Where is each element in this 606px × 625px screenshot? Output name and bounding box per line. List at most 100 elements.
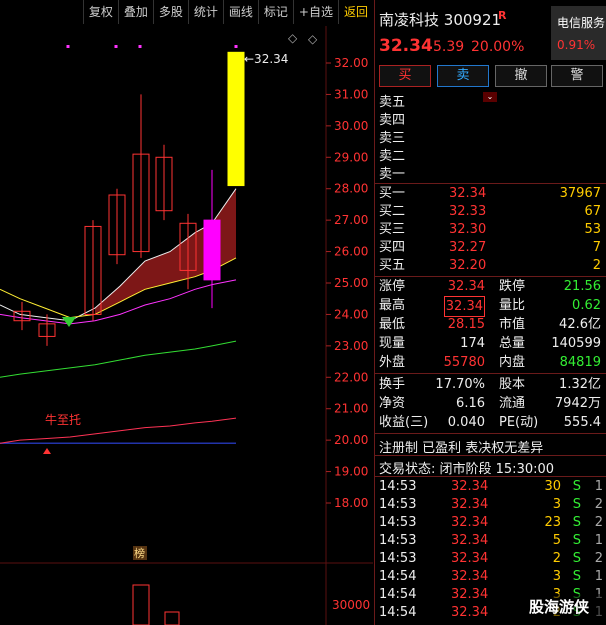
ask-2-label: 卖二 xyxy=(379,149,406,164)
bid-row: 买三 32.30 53 xyxy=(375,221,606,239)
bid-label: 买三 xyxy=(379,222,406,237)
volume-axis-label: 30000 xyxy=(332,598,370,612)
candle-body xyxy=(203,219,221,281)
bid-price: 32.34 xyxy=(449,186,487,201)
alert-button[interactable]: 警 xyxy=(551,65,603,87)
bid-volume: 53 xyxy=(584,222,601,237)
price-change: 5.39 xyxy=(433,39,465,55)
tick-row: 14:53 32.34 3 S 2 xyxy=(379,497,603,512)
divider xyxy=(375,373,606,374)
tick-row: 14:53 32.34 5 S 1 xyxy=(379,533,603,548)
stat-turnover: 换手 17.70% xyxy=(379,377,485,392)
toolbar-draw-line-button[interactable]: 画线 xyxy=(222,0,258,24)
price-axis-label: 23.00 xyxy=(334,339,368,353)
kline-chart-panel[interactable]: 32.00 31.00 30.00 29.00 28.00 27.00 26.00 25.00… xyxy=(0,0,373,625)
cancel-order-button[interactable]: 撤 xyxy=(495,65,547,87)
quote-panel: 南凌科技 300921 R 电信服务 0.91% 32.34 5.39 20.0… xyxy=(374,0,606,625)
bid-row: 买四 32.27 7 xyxy=(375,239,606,257)
bid-price: 32.20 xyxy=(449,258,487,273)
divider xyxy=(375,455,606,456)
bid-price: 32.30 xyxy=(449,222,487,237)
collapse-icon: ◇ xyxy=(308,32,318,46)
stat-total-volume: 总量 140599 xyxy=(499,336,601,351)
bid-price: 32.33 xyxy=(449,204,487,219)
ask-3-label: 卖三 xyxy=(379,131,406,146)
bid-label: 买四 xyxy=(379,240,406,255)
price-axis-label: 30.00 xyxy=(334,119,368,133)
ma30-line xyxy=(0,340,237,378)
kline-chart[interactable]: 32.00 31.00 30.00 29.00 28.00 27.00 26.00 25.00… xyxy=(0,0,373,625)
toolbar-fuquan-button[interactable]: 复权 xyxy=(82,0,118,24)
toolbar-add-watchlist-button[interactable]: +自选 xyxy=(292,0,338,24)
buy-signal-icon xyxy=(43,448,51,454)
bid-label: 买二 xyxy=(379,204,406,219)
signal-dot xyxy=(234,45,238,48)
toolbar-back-button[interactable]: 返回 xyxy=(337,0,373,24)
bid-price: 32.27 xyxy=(449,240,487,255)
stat-float: 流通 7942万 xyxy=(499,396,601,411)
ask-5-label: 卖五 xyxy=(379,95,406,110)
bid-volume: 67 xyxy=(584,204,601,219)
candle-body xyxy=(227,51,245,187)
chart-toolbar: 复权 叠加 多股 统计 画线 标记 +自选 返回 xyxy=(0,0,373,26)
diamond-icon: ◇ xyxy=(288,31,298,45)
stock-name: 南凌科技 300921 xyxy=(379,11,502,29)
sell-button[interactable]: 卖 xyxy=(437,65,489,87)
signal-dot xyxy=(114,45,118,48)
price-axis-label: 27.00 xyxy=(334,213,368,227)
ask-4-label: 卖四 xyxy=(379,113,406,128)
price-change-pct: 20.00% xyxy=(471,39,525,55)
divider xyxy=(375,183,606,184)
high-price-label: ←32.34 xyxy=(244,52,288,66)
price-axis-label: 22.00 xyxy=(334,370,368,384)
stat-limit-up: 涨停 32.34 xyxy=(379,279,485,294)
stat-low: 最低 28.15 xyxy=(379,317,485,332)
industry-change: 0.91% xyxy=(557,38,596,52)
stat-outer-volume: 外盘 55780 xyxy=(379,355,485,370)
divider xyxy=(375,433,606,434)
toolbar-multi-stock-button[interactable]: 多股 xyxy=(152,0,188,24)
toolbar-overlay-button[interactable]: 叠加 xyxy=(117,0,153,24)
price-axis-label: 31.00 xyxy=(334,87,368,101)
stat-market-cap: 市值 42.6亿 xyxy=(499,317,601,332)
price-axis-label: 18.00 xyxy=(334,496,368,510)
stat-pe: PE(动) 555.4 xyxy=(499,415,601,430)
price-axis-label: 28.00 xyxy=(334,182,368,196)
chip-marker-label: 牛至托 xyxy=(45,412,81,427)
stat-net-assets: 净资 6.16 xyxy=(379,396,485,411)
stat-share-capital: 股本 1.32亿 xyxy=(499,377,601,392)
chevron-down-icon[interactable]: ⌄ xyxy=(483,92,497,102)
bid-row: 买五 32.20 2 xyxy=(375,257,606,275)
list-badge-label: 榜 xyxy=(134,546,145,560)
bid-label: 买一 xyxy=(379,186,406,201)
stat-limit-down: 跌停 21.56 xyxy=(499,279,601,294)
ma60-line xyxy=(0,417,237,444)
bid-label: 买五 xyxy=(379,258,406,273)
watermark: 股海游侠 xyxy=(512,594,606,620)
sell-signal-icon xyxy=(62,317,76,327)
price-axis-label: 20.00 xyxy=(334,433,368,447)
toolbar-mark-button[interactable]: 标记 xyxy=(257,0,293,24)
signal-dot xyxy=(138,45,142,48)
tick-row: 14:53 32.34 2 S 2 xyxy=(379,551,603,566)
bid-volume: 2 xyxy=(592,258,601,273)
price-axis-label: 24.00 xyxy=(334,307,368,321)
volume-bar xyxy=(164,611,180,625)
industry-box[interactable]: 电信服务 0.91% xyxy=(551,6,606,60)
bid-row: 买一 32.34 37967 xyxy=(375,185,606,203)
stat-volume-ratio: 量比 0.62 xyxy=(499,298,601,313)
stat-eps: 收益(三) 0.040 xyxy=(379,415,485,430)
listing-info: 注册制 已盈利 表决权无差异 xyxy=(379,441,544,456)
stat-high: 最高 32.34 xyxy=(379,296,485,317)
registration-tag: R xyxy=(498,9,507,22)
toolbar-stats-button[interactable]: 统计 xyxy=(187,0,223,24)
price-axis-label: 21.00 xyxy=(334,402,368,416)
tick-row: 14:5432.343S1 xyxy=(379,569,603,584)
stat-current-volume: 现量 174 xyxy=(379,336,485,351)
price-axis-label: 25.00 xyxy=(334,276,368,290)
buy-button[interactable]: 买 xyxy=(379,65,431,87)
price-axis-label: 26.00 xyxy=(334,245,368,259)
tick-row: 14:53 32.34 23 S 2 xyxy=(379,515,603,530)
volume-bar xyxy=(132,584,150,625)
divider xyxy=(375,476,606,477)
